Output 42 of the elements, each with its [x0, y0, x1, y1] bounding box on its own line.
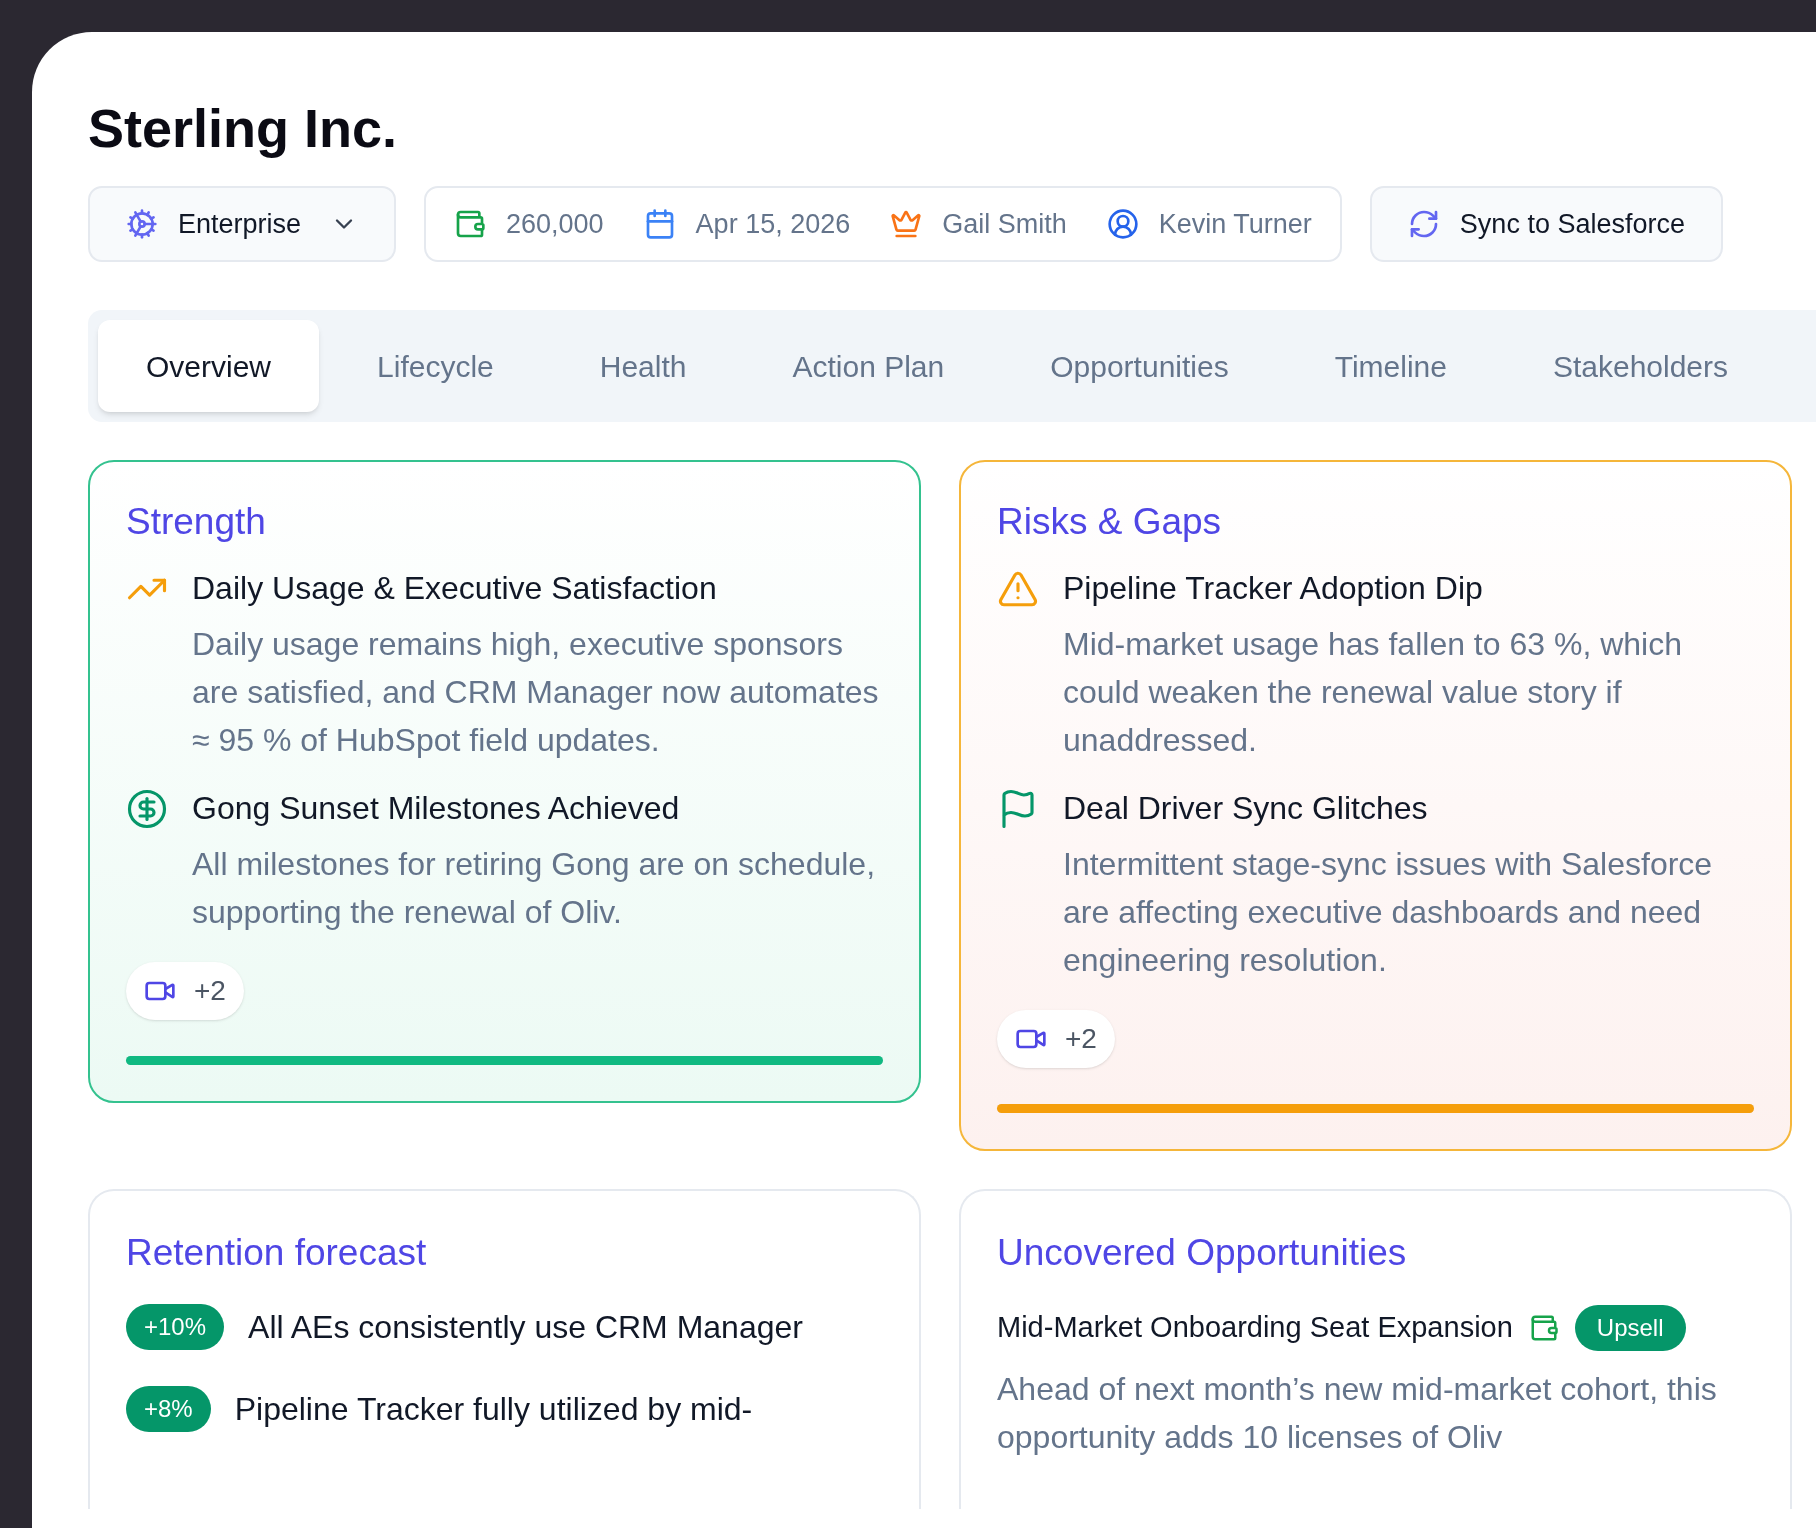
item-title: Pipeline Tracker Adoption Dip: [1063, 569, 1484, 608]
item-title: Daily Usage & Executive Satisfaction: [192, 569, 718, 608]
forecast-text: Pipeline Tracker fully utilized by mid-: [234, 1390, 753, 1429]
tab[interactable]: Health: [551, 320, 735, 412]
deal-info-value: Gail Smith: [942, 207, 1067, 241]
item-description: All milestones for retiring Gong are on schedule, supporting the renewal of Oliv.: [192, 845, 876, 932]
card-title: Uncovered Opportunities: [997, 1231, 1408, 1275]
card-title: Retention forecast: [126, 1231, 428, 1275]
deal-info-value: Kevin Turner: [1158, 207, 1312, 241]
tab[interactable]: Overview: [98, 320, 320, 412]
upsell-tag: Upsell: [1574, 1305, 1686, 1351]
item-description: Daily usage remains high, executive sponsors are satisfied, and CRM Manager now automates ≈ 95 % of HubSpot field updates.: [192, 625, 880, 760]
tab[interactable]: Lifecycle: [329, 320, 542, 412]
dollar-icon: [126, 788, 168, 830]
deal-info-value: Apr 15, 2026: [695, 207, 851, 241]
wallet-icon: [454, 208, 486, 240]
impact-badge: +10%: [126, 1304, 225, 1350]
page-title: Sterling Inc.: [88, 97, 399, 160]
sources-chip[interactable]: +2: [997, 1010, 1115, 1068]
card-title: Strength: [126, 500, 267, 544]
sources-count: +2: [194, 974, 226, 1008]
opportunity-description: Ahead of next month’s new mid-market cohort, this opportunity adds 10 licenses of Oliv: [997, 1370, 1718, 1457]
gear-icon: [126, 208, 158, 240]
item-title: Deal Driver Sync Glitches: [1063, 789, 1429, 828]
sources-chip[interactable]: +2: [126, 962, 244, 1020]
segment-dropdown[interactable]: Enterprise: [88, 186, 396, 262]
tab[interactable]: Timeline: [1286, 320, 1495, 412]
deal-info-value: 260,000: [506, 207, 604, 241]
impact-badge: +8%: [126, 1386, 211, 1432]
opportunity-title: Mid-Market Onboarding Seat Expansion: [997, 1310, 1513, 1346]
item-description: Mid-market usage has fallen to 63 %, which could weaken the renewal value story if unaddressed.: [1063, 625, 1683, 760]
tab[interactable]: Opportunities: [1002, 320, 1277, 412]
sync-button[interactable]: Sync to Salesforce: [1369, 186, 1723, 262]
user-icon: [1106, 208, 1139, 240]
forecast-text: All AEs consistently use CRM Manager: [248, 1308, 803, 1347]
tab[interactable]: Action Plan: [744, 320, 993, 412]
item-description: Intermittent stage-sync issues with Salesforce are affecting executive dashboards and need engineering resolution.: [1063, 845, 1714, 980]
item-title: Gong Sunset Milestones Achieved: [192, 789, 681, 828]
tab[interactable]: Stakeholders: [1504, 320, 1777, 412]
card-title: Risks & Gaps: [997, 500, 1223, 544]
sources-count: +2: [1065, 1022, 1097, 1056]
crown-icon: [890, 208, 923, 240]
